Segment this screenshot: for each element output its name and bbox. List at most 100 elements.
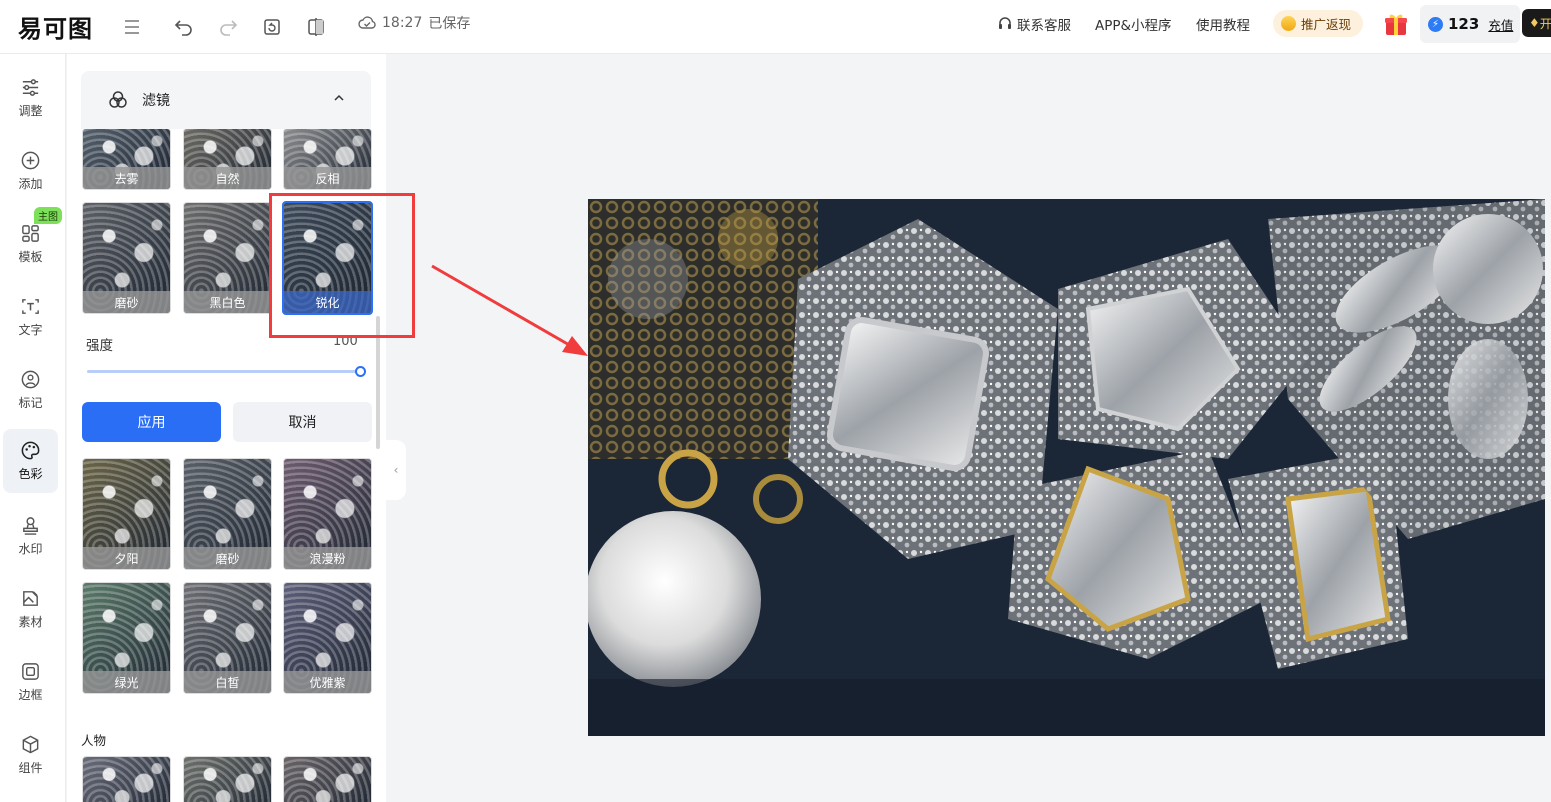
undo-icon[interactable] xyxy=(168,11,200,43)
rail-label: 组件 xyxy=(18,761,43,775)
cube-icon xyxy=(22,735,39,754)
promo-button[interactable]: 推广返现 xyxy=(1273,10,1364,37)
jewelry-photo xyxy=(588,199,1545,736)
rail-label: 添加 xyxy=(18,177,43,191)
rail-item-adjust[interactable]: 调整 xyxy=(3,66,58,130)
strength-label: 强度 xyxy=(86,338,113,354)
filter-thumb[interactable]: 黑白色 xyxy=(183,202,272,314)
menu-icon[interactable] xyxy=(116,11,148,43)
filter-panel: 去雾 自然 反相 滤镜 磨砂 黑白色 锐化 强度 100 应用 取消 夕阳 磨砂 xyxy=(67,54,386,802)
grid-icon xyxy=(22,225,39,242)
filter-label: 去雾 xyxy=(83,167,170,189)
filter-thumb[interactable]: 绿光 xyxy=(82,582,171,694)
rail-label: 边框 xyxy=(18,688,43,702)
rail-item-frame[interactable]: 边框 xyxy=(3,650,58,714)
badge-main-image: 主图 xyxy=(34,207,62,224)
credits-box: ⚡ 123 充值 xyxy=(1420,5,1520,43)
filter-thumb[interactable]: 去雾 xyxy=(82,128,171,190)
cloud-saved-icon xyxy=(358,16,376,29)
rail-label: 文字 xyxy=(18,323,43,337)
save-time: 18:27 xyxy=(382,15,423,31)
rail-label: 素材 xyxy=(18,615,43,629)
collapse-panel-button[interactable]: ‹ xyxy=(386,440,406,500)
top-bar: 易可图 18:27 已保存 联系客服 APP&小程序 使用教程 推广返现 ⚡ 1… xyxy=(0,0,1551,54)
marker-icon xyxy=(21,370,40,389)
sliders-icon xyxy=(22,79,39,96)
filter-label: 夕阳 xyxy=(83,547,170,569)
rail-item-add[interactable]: 添加 xyxy=(3,139,58,203)
rail-label: 模板 xyxy=(18,250,43,264)
rail-item-text[interactable]: 文字 xyxy=(3,285,58,349)
rail-label: 色彩 xyxy=(18,467,43,481)
canvas-image[interactable] xyxy=(588,199,1545,736)
rail-item-watermark[interactable]: 水印 xyxy=(3,504,58,568)
text-icon xyxy=(22,299,39,314)
app-logo[interactable]: 易可图 xyxy=(18,9,93,44)
filter-label: 白皙 xyxy=(184,671,271,693)
filter-section-title: 滤镜 xyxy=(142,93,170,109)
chevron-left-icon: ‹ xyxy=(393,463,399,477)
filter-thumb[interactable]: 浪漫粉 xyxy=(283,458,372,570)
chevron-up-icon[interactable] xyxy=(333,92,345,104)
filter-label: 黑白色 xyxy=(184,291,271,313)
tool-rail: 调整 添加 模板 文字 标记 色彩 水印 素材 边框 组件 主图 xyxy=(0,54,66,802)
filter-thumb[interactable]: 自然 xyxy=(183,128,272,190)
promo-label: 推广返现 xyxy=(1301,17,1352,32)
filter-thumb[interactable]: 夕阳 xyxy=(82,458,171,570)
filter-label: 磨砂 xyxy=(184,547,271,569)
palette-icon xyxy=(21,441,40,460)
rail-label: 调整 xyxy=(18,104,43,118)
filter-thumb[interactable]: 优雅紫 xyxy=(283,582,372,694)
stamp-icon xyxy=(23,517,38,535)
compare-icon[interactable] xyxy=(300,11,332,43)
support-link[interactable]: 联系客服 xyxy=(997,14,1071,34)
bolt-icon: ⚡ xyxy=(1428,16,1443,32)
filter-label: 绿光 xyxy=(83,671,170,693)
plus-circle-icon xyxy=(21,151,40,170)
rail-item-mark[interactable]: 标记 xyxy=(3,358,58,422)
cancel-button[interactable]: 取消 xyxy=(233,402,372,442)
filter-label: 优雅紫 xyxy=(284,671,371,693)
rail-label: 水印 xyxy=(18,542,43,556)
credits-count: 123 xyxy=(1448,15,1480,33)
rail-item-component[interactable]: 组件 xyxy=(3,723,58,787)
app-link[interactable]: APP&小程序 xyxy=(1095,14,1172,34)
filter-label: 反相 xyxy=(284,167,371,189)
filter-preview xyxy=(83,757,170,802)
people-section-title: 人物 xyxy=(81,733,107,748)
filter-thumb[interactable]: 白皙 xyxy=(183,582,272,694)
material-icon xyxy=(23,591,38,606)
filter-icon xyxy=(109,91,127,108)
filter-thumb[interactable] xyxy=(82,756,171,802)
rail-item-color[interactable]: 色彩 xyxy=(3,429,58,493)
strength-slider[interactable] xyxy=(87,370,360,373)
redo-icon[interactable] xyxy=(212,11,244,43)
filter-thumb[interactable]: 磨砂 xyxy=(82,202,171,314)
filter-thumb[interactable] xyxy=(183,756,272,802)
save-status: 18:27 已保存 xyxy=(358,13,470,33)
frame-icon xyxy=(22,663,39,680)
save-label: 已保存 xyxy=(428,16,471,32)
reset-icon[interactable] xyxy=(256,11,288,43)
filter-section-header[interactable]: 滤镜 xyxy=(81,71,371,129)
filter-label: 磨砂 xyxy=(83,291,170,313)
filter-thumb[interactable] xyxy=(283,756,372,802)
filter-preview xyxy=(284,757,371,802)
filter-preview xyxy=(184,757,271,802)
apply-button[interactable]: 应用 xyxy=(82,402,221,442)
tutorial-link[interactable]: 使用教程 xyxy=(1196,14,1250,34)
rail-item-material[interactable]: 素材 xyxy=(3,577,58,641)
support-label: 联系客服 xyxy=(1017,18,1071,34)
vip-label: 开 xyxy=(1539,16,1551,31)
coin-icon xyxy=(1281,16,1296,31)
gift-icon[interactable] xyxy=(1383,11,1409,37)
strength-slider-handle[interactable] xyxy=(355,366,366,377)
filter-thumb[interactable]: 反相 xyxy=(283,128,372,190)
recharge-link[interactable]: 充值 xyxy=(1488,15,1513,34)
filter-thumb[interactable]: 磨砂 xyxy=(183,458,272,570)
rail-label: 标记 xyxy=(18,396,43,410)
filter-label: 自然 xyxy=(184,167,271,189)
filter-label: 浪漫粉 xyxy=(284,547,371,569)
headset-icon xyxy=(999,17,1011,29)
vip-button[interactable]: ♦ 开 xyxy=(1522,9,1551,37)
